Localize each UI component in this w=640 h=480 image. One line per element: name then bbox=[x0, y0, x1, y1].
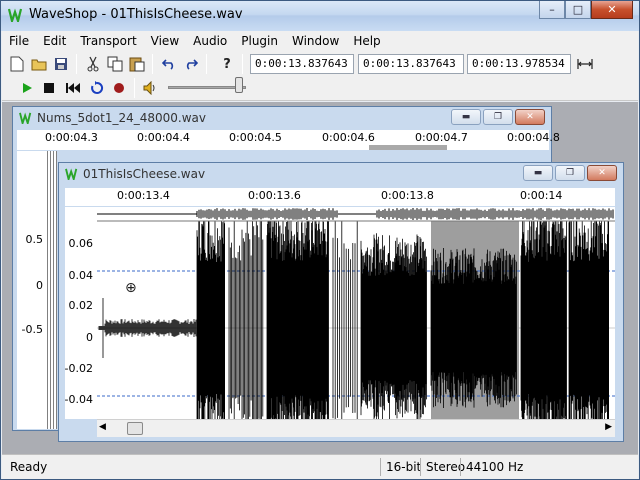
record-icon[interactable] bbox=[108, 77, 130, 99]
fit-selection-icon[interactable] bbox=[574, 53, 596, 75]
close-button[interactable]: ✕ bbox=[591, 1, 633, 19]
document-title: 01ThisIsCheese.wav bbox=[83, 167, 206, 181]
doc-minimize-button[interactable]: ▬ bbox=[451, 109, 481, 125]
amplitude-axis: 0.5 0 -0.5 bbox=[17, 151, 47, 429]
rewind-icon[interactable] bbox=[62, 77, 84, 99]
document-window-cheese: 01ThisIsCheese.wav ▬ ❐ ✕ 0:00:13.4 0:00:… bbox=[58, 162, 624, 442]
zoom-cursor-icon: ⊕ bbox=[125, 280, 137, 296]
menu-window[interactable]: Window bbox=[285, 31, 346, 51]
paste-icon[interactable] bbox=[126, 53, 148, 75]
cursor-time-field[interactable]: 0:00:13.837643 bbox=[250, 54, 354, 74]
doc-close-button[interactable]: ✕ bbox=[515, 109, 545, 125]
ruler-selection-marker bbox=[369, 145, 447, 150]
y-tick-label: 0.5 bbox=[25, 233, 44, 246]
y-tick-label: 0 bbox=[86, 331, 93, 344]
scroll-left-icon[interactable]: ◀ bbox=[99, 422, 106, 432]
y-tick-label: 0.06 bbox=[68, 237, 94, 250]
ruler-tick-label: 0:00:13.8 bbox=[381, 189, 434, 202]
doc-restore-button[interactable]: ❐ bbox=[555, 165, 585, 181]
menu-plugin[interactable]: Plugin bbox=[234, 31, 285, 51]
speaker-volume-icon[interactable] bbox=[140, 77, 162, 99]
y-tick-label: -0.5 bbox=[21, 323, 43, 336]
play-icon[interactable] bbox=[16, 77, 38, 99]
ruler-tick-label: 0:00:04.8 bbox=[507, 131, 560, 144]
open-folder-icon[interactable] bbox=[28, 53, 50, 75]
y-tick-label: 0.02 bbox=[68, 299, 94, 312]
waveshop-app-icon bbox=[8, 8, 23, 22]
maximize-button[interactable]: □ bbox=[565, 1, 591, 19]
doc-minimize-button[interactable]: ▬ bbox=[523, 165, 553, 181]
y-tick-label: -0.04 bbox=[64, 393, 93, 406]
document-title: Nums_5dot1_24_48000.wav bbox=[37, 111, 206, 125]
cut-icon[interactable] bbox=[82, 53, 104, 75]
time-ruler[interactable]: 0:00:04.3 0:00:04.4 0:00:04.5 0:00:04.6 … bbox=[17, 130, 560, 150]
waveshop-window: WaveShop - 01ThisIsCheese.wav – □ ✕ File… bbox=[0, 0, 640, 480]
minimize-button[interactable]: – bbox=[539, 1, 565, 19]
ruler-tick-label: 0:00:13.6 bbox=[248, 189, 301, 202]
waveform-area[interactable]: ⊕ bbox=[97, 207, 615, 419]
toolbar-separator bbox=[152, 54, 153, 74]
waveshop-doc-icon bbox=[19, 112, 32, 124]
toolbar-separator bbox=[206, 54, 207, 74]
ruler-tick-label: 0:00:04.5 bbox=[229, 131, 282, 144]
time-ruler[interactable]: 0:00:13.4 0:00:13.6 0:00:13.8 0:00:14 bbox=[65, 188, 615, 206]
doc-close-button[interactable]: ✕ bbox=[587, 165, 617, 181]
menu-view[interactable]: View bbox=[144, 31, 186, 51]
selection-start-field[interactable]: 0:00:13.837643 bbox=[358, 54, 464, 74]
toolbar-separator bbox=[76, 54, 77, 74]
document-titlebar[interactable]: Nums_5dot1_24_48000.wav ▬ ❐ ✕ bbox=[13, 107, 551, 129]
menu-file[interactable]: File bbox=[2, 31, 36, 51]
ruler-tick-label: 0:00:04.7 bbox=[415, 131, 468, 144]
scroll-right-icon[interactable]: ▶ bbox=[605, 422, 612, 432]
scroll-thumb[interactable] bbox=[127, 422, 143, 435]
undo-icon[interactable] bbox=[158, 53, 180, 75]
save-icon[interactable] bbox=[50, 53, 72, 75]
mdi-workspace: Nums_5dot1_24_48000.wav ▬ ❐ ✕ 0:00:04.3 … bbox=[2, 102, 638, 454]
doc-restore-button[interactable]: ❐ bbox=[483, 109, 513, 125]
copy-icon[interactable] bbox=[104, 53, 126, 75]
window-title: WaveShop - 01ThisIsCheese.wav bbox=[29, 7, 243, 22]
menu-transport[interactable]: Transport bbox=[73, 31, 143, 51]
y-tick-label: -0.02 bbox=[64, 362, 93, 375]
loop-icon[interactable] bbox=[86, 77, 108, 99]
horizontal-scrollbar[interactable]: ◀ ▶ bbox=[97, 419, 615, 437]
status-text: Ready bbox=[10, 460, 48, 474]
selection-end-field[interactable]: 0:00:13.978534 bbox=[467, 54, 571, 74]
menu-help[interactable]: Help bbox=[346, 31, 387, 51]
menu-edit[interactable]: Edit bbox=[36, 31, 73, 51]
redo-icon[interactable] bbox=[180, 53, 202, 75]
amplitude-axis: 0.06 0.04 0.02 0 -0.02 -0.04 bbox=[65, 207, 97, 419]
status-bar: Ready 16-bit Stereo 44100 Hz bbox=[2, 454, 638, 479]
ruler-tick-label: 0:00:14 bbox=[520, 189, 563, 202]
volume-slider-thumb[interactable] bbox=[234, 77, 243, 93]
new-file-icon[interactable] bbox=[6, 53, 28, 75]
waveform-area[interactable] bbox=[47, 151, 57, 429]
stop-icon[interactable] bbox=[38, 77, 60, 99]
help-icon[interactable]: ? bbox=[216, 53, 238, 75]
ruler-tick-label: 0:00:04.3 bbox=[45, 131, 98, 144]
title-bar[interactable]: WaveShop - 01ThisIsCheese.wav – □ ✕ bbox=[1, 1, 639, 31]
status-sample-rate: 44100 Hz bbox=[460, 458, 528, 476]
toolbar: ? 0:00:13.837643 0:00:13.837643 0:00:13.… bbox=[2, 51, 638, 101]
waveform-plot bbox=[97, 207, 615, 419]
ruler-tick-label: 0:00:13.4 bbox=[117, 189, 170, 202]
toolbar-separator bbox=[242, 54, 243, 74]
ruler-tick-label: 0:00:04.4 bbox=[137, 131, 190, 144]
y-tick-label: 0 bbox=[36, 279, 43, 292]
document-titlebar[interactable]: 01ThisIsCheese.wav ▬ ❐ ✕ bbox=[59, 163, 623, 185]
menu-audio[interactable]: Audio bbox=[186, 31, 234, 51]
toolbar-separator bbox=[134, 78, 135, 98]
y-tick-label: 0.04 bbox=[68, 269, 94, 282]
waveshop-doc-icon bbox=[65, 168, 78, 180]
menu-bar: File Edit Transport View Audio Plugin Wi… bbox=[2, 31, 638, 51]
ruler-tick-label: 0:00:04.6 bbox=[322, 131, 375, 144]
